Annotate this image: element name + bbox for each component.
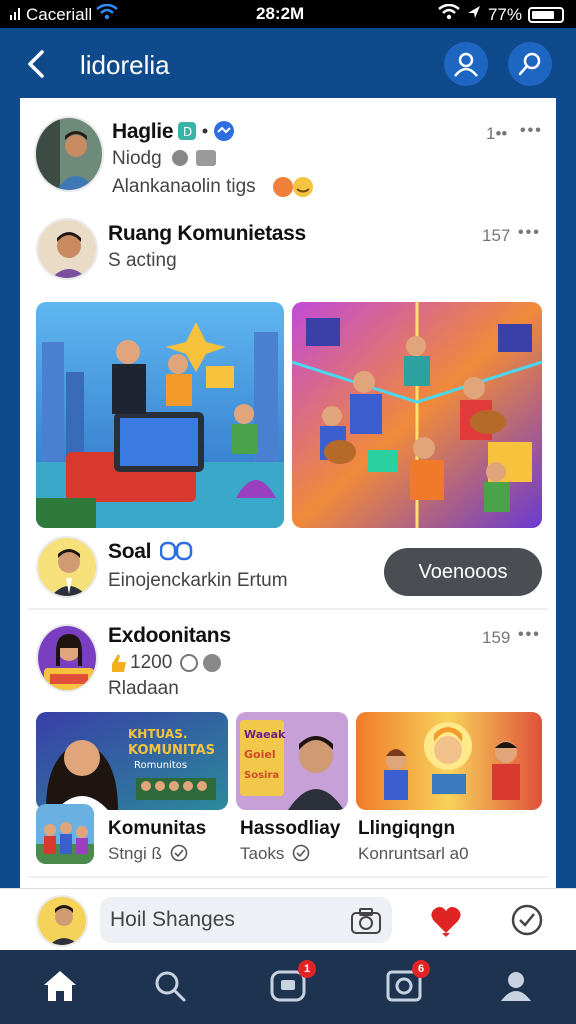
verified-icon: D [178,120,236,147]
post-description: Alankanaolin tigs [112,176,256,197]
tile-poster-line3: Sosira [244,770,279,781]
post-meta: 1200 [130,652,173,673]
back-arrow-icon [28,50,44,78]
check-circle-icon[interactable] [510,903,544,942]
tile-banner-line3: Romunitos [134,760,187,771]
avatar [36,624,98,692]
compose-placeholder: Hoil Shanges [110,908,235,931]
post-time: 1•• [486,124,508,143]
profile-icon [454,52,478,77]
thumb-icon [108,652,128,679]
user-avatar[interactable] [36,895,88,947]
compose-input[interactable]: Hoil Shanges [100,897,392,943]
more-options-button[interactable]: ••• [518,224,541,242]
heart-icon[interactable] [428,903,464,942]
profile-button[interactable] [444,42,488,86]
person-icon [501,972,531,1001]
bottom-nav: 1 6 [0,950,576,1024]
more-options-button[interactable]: ••• [518,626,541,644]
tile-subtitle: Taoks [240,844,285,863]
divider [28,876,548,878]
nav-home[interactable] [36,964,84,1008]
status-bar: Caceriall 28:2M 77% [0,0,576,28]
status-right: 77% [438,3,564,25]
shared-post-row[interactable]: Soal Einojenckarkin Ertum Voenooos [20,530,556,608]
tile-title[interactable]: Hassodliay [240,818,340,840]
tile-image[interactable]: Waeak Goiel Sosira [236,712,348,810]
carrier-name: Caceriall [26,4,93,24]
shared-subtitle: Einojenckarkin Ertum [108,570,288,591]
avatar [36,218,98,280]
tile-title[interactable]: Komunitas [108,818,206,840]
check-icon [170,844,188,867]
page-title: lidorelia [80,50,170,80]
svg-text:D: D [183,125,192,139]
back-button[interactable] [20,44,56,84]
nav-search[interactable] [146,964,194,1008]
post-author[interactable]: Ruang Komunietass [108,222,306,246]
tile-banner-line1: KHTUAS. [128,727,187,741]
feed: Haglie D Niodg Alankanaolin tigs 1•• •••… [20,98,556,890]
view-button[interactable]: Voenooos [384,548,542,596]
search-icon [518,52,541,76]
check-icon [292,844,310,867]
nav-profile[interactable] [492,964,540,1008]
shared-author[interactable]: Soal [108,540,151,564]
wifi-icon [96,3,118,25]
composer-bar: Hoil Shanges [0,888,576,950]
emoji-icon [272,176,316,203]
tile-poster-line1: Waeak [244,728,286,741]
clock: 28:2M [256,4,305,23]
carrier: Caceriall [10,3,118,25]
battery-icon [528,6,564,23]
tile-avatar [36,804,94,864]
messages-badge: 1 [298,960,316,978]
post-time: 157 [482,226,511,245]
post-author[interactable]: Haglie [112,120,174,144]
post-author[interactable]: Exdoonitans [108,624,231,648]
tile-image[interactable] [356,712,542,810]
divider [28,608,548,610]
post-item[interactable]: Haglie D Niodg Alankanaolin tigs 1•• ••• [20,98,556,208]
reaction-icons [178,652,226,679]
post-subtitle: Rladaan [108,678,179,699]
tile-title[interactable]: Llingiqngn [358,818,455,840]
more-options-button[interactable]: ••• [520,122,543,140]
signal-icon [10,5,22,25]
post-image[interactable] [292,302,542,528]
avatar [34,116,104,192]
search-button[interactable] [508,42,552,86]
tile-poster-line2: Goiel [244,748,276,761]
post-subtitle: S acting [108,250,177,271]
badge-icons [170,148,220,173]
location-icon [466,4,482,25]
tile-banner-line2: KOMUNITAS [128,743,215,758]
notifications-badge: 6 [412,960,430,978]
post-subtitle: Niodg [112,148,162,169]
app-header: lidorelia [0,28,576,100]
post-item[interactable]: Exdoonitans 1200 Rladaan 159 ••• [20,614,556,714]
post-time: 159 [482,628,511,647]
tile-subtitle: Stngi ß [108,844,162,863]
meta-badge-icon [159,540,194,567]
avatar [36,536,98,598]
tile-image[interactable]: KHTUAS. KOMUNITAS Romunitos [36,712,228,810]
wifi-icon [438,3,460,25]
post-image[interactable] [36,302,284,528]
battery-percent: 77% [487,4,522,24]
tile-subtitle: Konruntsarl a0 [358,844,469,863]
camera-icon[interactable] [350,907,382,940]
search-icon [155,971,186,1002]
home-icon [44,971,76,1001]
post-item[interactable]: Ruang Komunietass S acting 157 ••• [20,208,556,288]
